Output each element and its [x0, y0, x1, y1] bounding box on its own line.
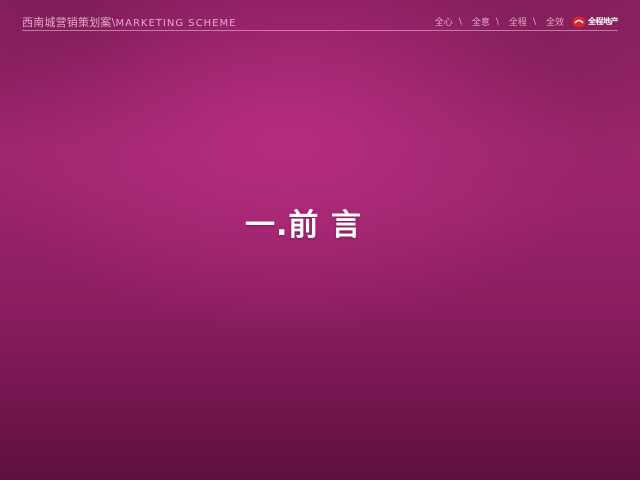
header-project-title: 西南城营销策划案\MARKETING SCHEME — [22, 14, 236, 30]
section-title: 一.前 言 — [245, 208, 362, 243]
logo-text: 全程地产 — [588, 17, 619, 26]
english-title: MARKETING SCHEME — [115, 18, 237, 29]
tagline-sep-3: \ — [532, 16, 536, 27]
slide: 西南城营销策划案\MARKETING SCHEME 全心 \ 全意 \ 全程 \… — [0, 0, 640, 480]
tagline-item-4: 全效 — [545, 18, 564, 28]
red-circle-logo-icon — [572, 16, 586, 28]
tagline-item-2: 全意 — [471, 18, 490, 28]
tagline-sep-2: \ — [495, 16, 499, 27]
tagline-item-3: 全程 — [508, 18, 527, 28]
tagline-sep-1: \ — [458, 16, 462, 27]
company-logo: 全程地产 — [572, 16, 619, 28]
header-divider — [22, 30, 618, 31]
project-title: 西南城营销策划案 — [22, 16, 112, 29]
tagline-item-1: 全心 — [434, 18, 453, 28]
header-tagline: 全心 \ 全意 \ 全程 \ 全效 全程地产 — [434, 15, 619, 28]
